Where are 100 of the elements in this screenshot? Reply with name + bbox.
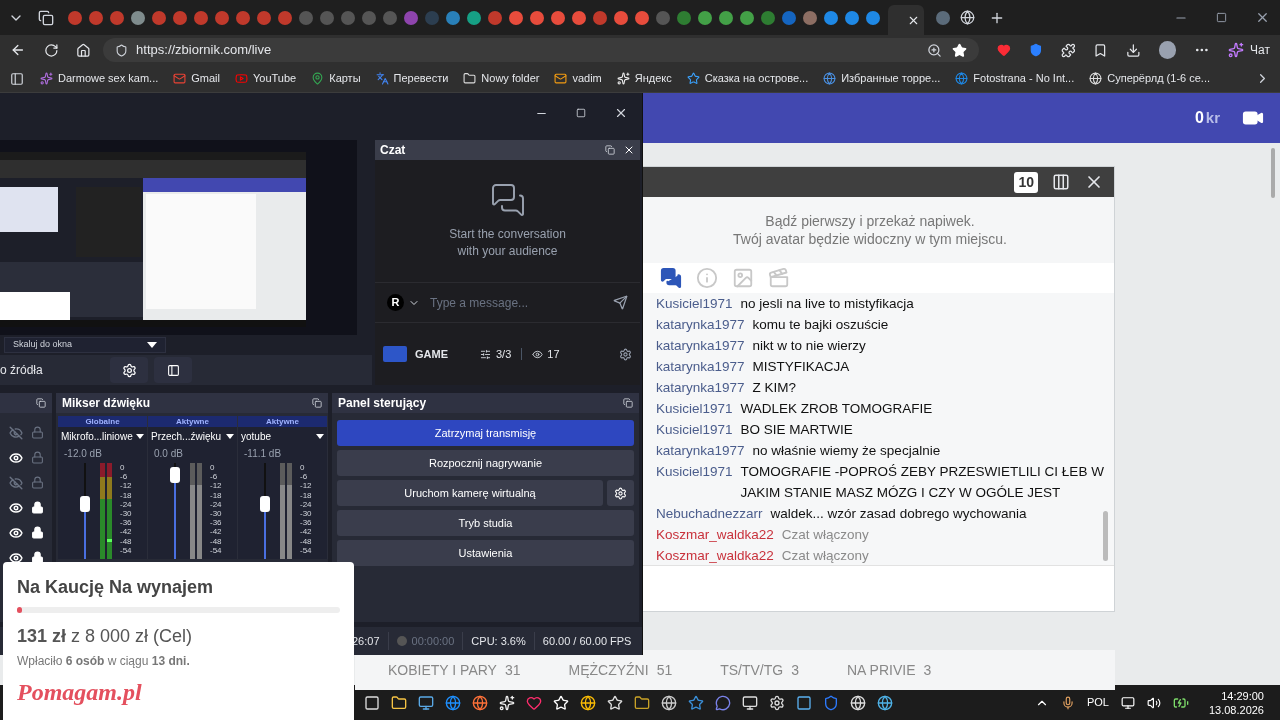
maximize-icon[interactable] (1216, 12, 1227, 23)
browser-tab[interactable] (572, 10, 586, 25)
browser-tab[interactable] (509, 10, 523, 25)
visibility-icon[interactable] (9, 550, 23, 565)
lock-icon[interactable] (31, 526, 44, 539)
columns-icon[interactable] (1052, 173, 1070, 191)
control-button[interactable]: Tryb studia (337, 510, 634, 536)
control-button[interactable]: Rozpocznij nagrywanie (337, 450, 634, 476)
address-field[interactable]: https://zbiornik.com/live (103, 38, 980, 62)
browser-tab[interactable] (824, 10, 838, 25)
slider-thumb[interactable] (80, 495, 90, 512)
browser-tab[interactable] (194, 10, 208, 25)
close-icon[interactable] (614, 106, 628, 120)
chat-tab-icon[interactable] (660, 267, 682, 289)
browser-tab[interactable] (215, 10, 229, 25)
chat-username[interactable]: katarynka1977 (656, 440, 745, 461)
zoom-icon[interactable] (927, 42, 943, 58)
back-icon[interactable] (10, 42, 26, 58)
tab-actions-icon[interactable] (38, 9, 54, 26)
bookmark-link[interactable]: Перевести (375, 70, 449, 87)
taskbar-app-icon[interactable] (418, 694, 434, 711)
taskbar-app-icon[interactable] (634, 694, 650, 711)
chat-username[interactable]: Koszmar_waldka22 (656, 524, 774, 545)
extension-icon[interactable] (1028, 43, 1043, 57)
bookmark-link[interactable]: Сказка на острове... (686, 70, 809, 87)
browser-tab[interactable] (173, 10, 187, 25)
volume-slider[interactable] (260, 463, 270, 559)
bookmark-link[interactable]: Nowy folder (463, 70, 540, 87)
chat-username[interactable]: Kusiciel1971 (656, 461, 733, 503)
chat-username[interactable]: Nebuchadnezzarr (656, 503, 763, 524)
chat-button[interactable]: Чат (1228, 41, 1270, 59)
browser-tab[interactable] (131, 10, 145, 25)
browser-tab[interactable] (530, 10, 544, 25)
browser-tab[interactable] (551, 10, 565, 25)
bookmark-link[interactable]: Darmowe sex kam... (40, 70, 159, 87)
browser-tab[interactable] (236, 10, 250, 25)
undock-icon[interactable] (36, 398, 46, 408)
browser-tab[interactable] (866, 10, 880, 25)
volume-icon[interactable] (1146, 695, 1161, 710)
volume-slider[interactable] (170, 463, 180, 559)
account-avatar[interactable]: R (387, 294, 404, 311)
language-indicator[interactable]: POL (1086, 694, 1109, 711)
browser-tab[interactable] (278, 10, 292, 25)
browser-tab[interactable] (614, 10, 628, 25)
bookmark-link[interactable]: Яндекс (616, 70, 672, 87)
control-button[interactable]: Zatrzymaj transmisję (337, 420, 634, 446)
extensions-icon[interactable] (1060, 42, 1076, 58)
taskbar-app-icon[interactable] (472, 694, 488, 711)
slider-thumb[interactable] (170, 467, 180, 484)
chat-username[interactable]: katarynka1977 (656, 314, 745, 335)
favorite-star-icon[interactable] (952, 42, 968, 58)
extension-icon[interactable] (997, 43, 1011, 57)
volume-slider[interactable] (80, 463, 90, 559)
undock-icon[interactable] (605, 145, 615, 155)
taskbar-app-icon[interactable] (661, 694, 677, 711)
browser-tab[interactable] (936, 10, 950, 25)
browser-tab[interactable] (68, 10, 82, 25)
globe-icon[interactable] (960, 10, 975, 25)
browser-tab[interactable] (845, 10, 859, 25)
chat-username[interactable]: Kusiciel1971 (656, 419, 733, 440)
bookmark-link[interactable]: Fotostrana - No Int... (955, 70, 1075, 87)
close-icon[interactable] (623, 144, 635, 156)
chat-username[interactable]: Kusiciel1971 (656, 398, 733, 419)
browser-tab[interactable] (719, 10, 733, 25)
send-icon[interactable] (613, 295, 628, 310)
reload-icon[interactable] (43, 42, 59, 58)
scale-select[interactable]: Skaluj do okna (4, 337, 166, 353)
visibility-icon[interactable] (9, 525, 23, 540)
visibility-icon[interactable] (9, 450, 23, 465)
home-icon[interactable] (76, 42, 92, 58)
chat-username[interactable]: katarynka1977 (656, 377, 745, 398)
download-icon[interactable] (1126, 42, 1141, 58)
browser-tab[interactable] (803, 10, 817, 25)
browser-tab[interactable] (677, 10, 691, 25)
browser-tab[interactable] (152, 10, 166, 25)
browser-tab[interactable] (782, 10, 796, 25)
bookmark-link[interactable]: Избранные торре... (823, 70, 941, 87)
browser-tab[interactable] (698, 10, 712, 25)
hidden-icon[interactable] (9, 475, 23, 490)
close-icon[interactable] (1255, 10, 1270, 25)
browser-tab[interactable] (257, 10, 271, 25)
control-button[interactable]: Uruchom kamerę wirtualną (337, 480, 603, 506)
panel-toggle-button[interactable] (154, 357, 192, 383)
browser-tab[interactable] (635, 10, 649, 25)
settings-button[interactable] (607, 480, 634, 506)
clock-time[interactable]: 14:29:00 (1221, 688, 1264, 703)
bookmark-link[interactable]: Gmail (173, 70, 220, 87)
taskbar-app-icon[interactable] (580, 694, 596, 711)
settings-button[interactable] (110, 357, 148, 383)
browser-tab[interactable] (446, 10, 460, 25)
sidebar-icon[interactable] (10, 71, 24, 86)
browser-tab[interactable] (110, 10, 124, 25)
maximize-icon[interactable] (576, 108, 586, 118)
clock-date[interactable]: 13.08.2026 (1208, 702, 1264, 717)
browser-tab[interactable] (740, 10, 754, 25)
bookmark-link[interactable]: Карты (311, 70, 361, 87)
microphone-icon[interactable] (1060, 695, 1075, 710)
bookmark-link[interactable]: vadim (554, 70, 602, 87)
hidden-icon[interactable] (9, 425, 23, 440)
browser-tab[interactable] (593, 10, 607, 25)
